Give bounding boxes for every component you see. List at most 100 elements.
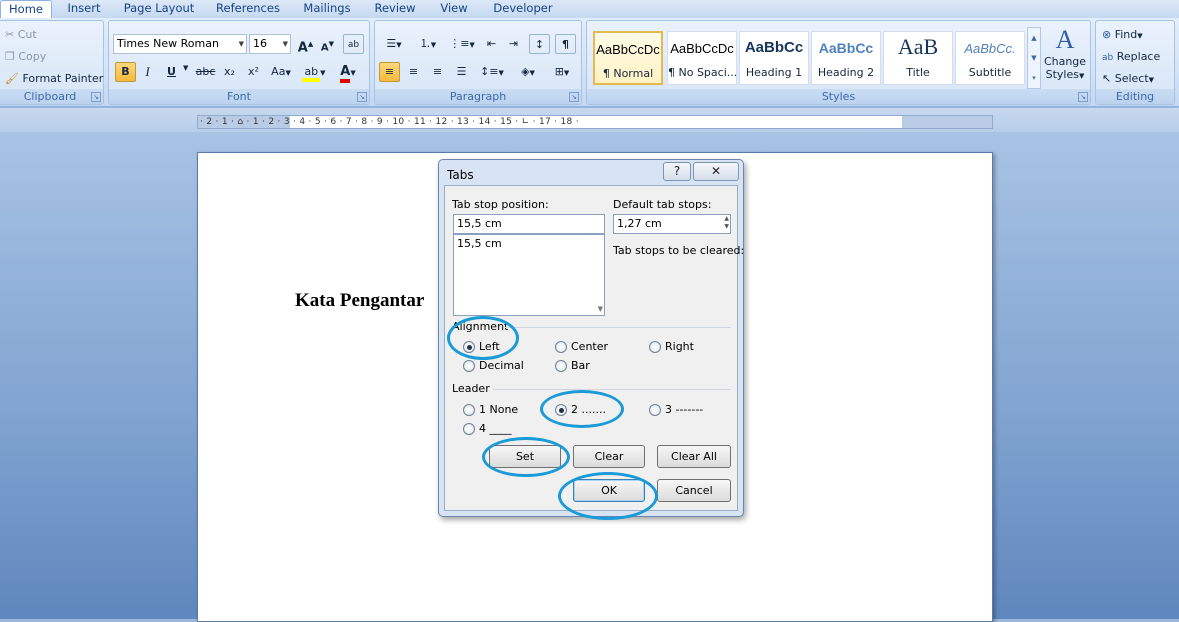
strikethrough-button[interactable]: abc	[195, 62, 216, 82]
align-center-radio[interactable]	[555, 341, 567, 353]
list-item[interactable]: 15,5 cm	[457, 237, 601, 250]
align-left-icon[interactable]: ≡	[379, 62, 400, 82]
editing-group-label: Editing	[1096, 89, 1174, 104]
bold-button[interactable]: B	[115, 62, 136, 82]
tab-stop-position-label: Tab stop position:	[452, 198, 549, 211]
superscript-button[interactable]: x²	[243, 62, 264, 82]
tab-stop-list[interactable]: 15,5 cm ▼	[453, 234, 605, 316]
default-tab-stops-spinner[interactable]: 1,27 cm ▲ ▼	[613, 214, 731, 234]
select-button[interactable]: ↖ Select▼	[1102, 69, 1154, 89]
find-button[interactable]: ⊗ Find▼	[1102, 25, 1143, 45]
align-center-icon[interactable]: ≡	[403, 62, 424, 82]
bullets-icon[interactable]: ☰▼	[379, 34, 409, 54]
dialog-title: Tabs	[447, 168, 474, 182]
shrink-font-button[interactable]: A▼	[317, 34, 338, 54]
annotation-circle-leader	[540, 390, 624, 428]
format-painter-button[interactable]: 🖌 Format Painter	[5, 69, 103, 89]
numbering-icon[interactable]: ⒈▼	[413, 34, 443, 54]
align-bar-radio[interactable]	[555, 360, 567, 372]
leader-none-label[interactable]: 1 None	[479, 403, 518, 416]
tab-review[interactable]: Review	[368, 0, 422, 18]
tab-view[interactable]: View	[432, 0, 476, 18]
align-center-label[interactable]: Center	[571, 340, 608, 353]
ribbon: ✂ Cut ❐ Copy 🖌 Format Painter Clipboard …	[0, 18, 1179, 107]
close-icon[interactable]: ✕	[693, 162, 739, 181]
cursor-arrow-icon: ↖	[1102, 72, 1112, 85]
document-heading[interactable]: Kata Pengantar	[295, 290, 424, 312]
editing-group: ⊗ Find▼ ab Replace ↖ Select▼ Editing	[1095, 20, 1175, 105]
ruler-area: · 2 · 1 · ⌂ · 1 · 2 · 3 · 4 · 5 · 6 · 7 …	[0, 108, 1179, 132]
clear-formatting-icon[interactable]: ab	[343, 34, 364, 54]
styles-group: AaBbCcDc ¶ Normal AaBbCcDc ¶ No Spaci...…	[586, 20, 1091, 105]
show-formatting-button[interactable]: ¶	[555, 34, 576, 54]
justify-icon[interactable]: ☰	[451, 62, 472, 82]
style-normal[interactable]: AaBbCcDc ¶ Normal	[593, 31, 663, 85]
subscript-button[interactable]: x₂	[219, 62, 240, 82]
clipboard-group: ✂ Cut ❐ Copy 🖌 Format Painter Clipboard …	[0, 20, 104, 105]
style-subtitle[interactable]: AaBbCc. Subtitle	[955, 31, 1025, 85]
style-title[interactable]: AaB Title	[883, 31, 953, 85]
ribbon-tab-bar: Home Insert Page Layout References Maili…	[0, 0, 1179, 18]
tab-page-layout[interactable]: Page Layout	[118, 0, 200, 18]
clipboard-launcher-icon[interactable]: ↘	[91, 92, 101, 102]
spinner-arrows-icon[interactable]: ▲ ▼	[724, 215, 729, 231]
font-launcher-icon[interactable]: ↘	[357, 92, 367, 102]
highlight-color-button[interactable]: ab ▼	[301, 62, 327, 82]
tab-mailings[interactable]: Mailings	[296, 0, 358, 18]
dropdown-arrow-icon[interactable]: ▼	[183, 64, 188, 72]
leader-dashes-label[interactable]: 3 -------	[665, 403, 703, 416]
help-button[interactable]: ?	[663, 162, 691, 181]
borders-icon[interactable]: ⊞▼	[547, 62, 577, 82]
style-heading-2[interactable]: AaBbCc Heading 2	[811, 31, 881, 85]
cut-button[interactable]: ✂ Cut	[5, 25, 37, 45]
dropdown-arrow-icon: ▼	[282, 40, 288, 48]
tab-home[interactable]: Home	[0, 0, 52, 18]
style-heading-1[interactable]: AaBbCc Heading 1	[739, 31, 809, 85]
align-decimal-label[interactable]: Decimal	[479, 359, 524, 372]
font-size-combo[interactable]: 16 ▼	[249, 34, 291, 54]
styles-launcher-icon[interactable]: ↘	[1078, 92, 1088, 102]
leader-underline-radio[interactable]	[463, 423, 475, 435]
change-case-button[interactable]: Aa▼	[267, 62, 295, 82]
sort-icon[interactable]: ↕	[529, 34, 550, 54]
tab-stop-position-input[interactable]: 15,5 cm	[453, 214, 605, 234]
grow-font-button[interactable]: A▲	[295, 34, 316, 55]
font-color-button[interactable]: A▼	[333, 62, 363, 83]
tab-developer[interactable]: Developer	[488, 0, 558, 18]
tab-insert[interactable]: Insert	[60, 0, 108, 18]
styles-group-label: Styles	[587, 89, 1090, 104]
leader-dashes-radio[interactable]	[649, 404, 661, 416]
underline-button[interactable]: U	[161, 62, 182, 82]
align-right-icon[interactable]: ≡	[427, 62, 448, 82]
align-right-radio[interactable]	[649, 341, 661, 353]
font-group-label: Font	[109, 89, 369, 104]
binoculars-icon: ⊗	[1102, 28, 1112, 41]
align-bar-label[interactable]: Bar	[571, 359, 590, 372]
replace-button[interactable]: ab Replace	[1102, 47, 1160, 67]
style-no-spacing[interactable]: AaBbCcDc ¶ No Spaci...	[667, 31, 737, 85]
shading-icon[interactable]: ◈▼	[513, 62, 543, 82]
dropdown-arrow-icon: ▼	[238, 40, 244, 48]
cancel-button[interactable]: Cancel	[657, 479, 731, 502]
leader-underline-label[interactable]: 4 ____	[479, 422, 512, 435]
line-spacing-icon[interactable]: ↕≡▼	[477, 62, 507, 82]
tab-references[interactable]: References	[210, 0, 286, 18]
increase-indent-icon[interactable]: ⇥	[503, 34, 524, 54]
clear-button[interactable]: Clear	[573, 445, 645, 468]
change-styles-button[interactable]: A Change Styles▼	[1043, 25, 1087, 87]
styles-scroll[interactable]: ▲ ▼ ▾	[1027, 27, 1041, 89]
leader-label: Leader	[452, 382, 490, 395]
font-name-combo[interactable]: Times New Roman ▼	[113, 34, 247, 54]
decrease-indent-icon[interactable]: ⇤	[481, 34, 502, 54]
horizontal-ruler[interactable]: · 2 · 1 · ⌂ · 1 · 2 · 3 · 4 · 5 · 6 · 7 …	[197, 115, 993, 129]
clear-all-button[interactable]: Clear All	[657, 445, 731, 468]
align-decimal-radio[interactable]	[463, 360, 475, 372]
scroll-down-icon[interactable]: ▼	[598, 305, 603, 313]
copy-button[interactable]: ❐ Copy	[5, 47, 46, 67]
leader-none-radio[interactable]	[463, 404, 475, 416]
multilevel-list-icon[interactable]: ⋮≡▼	[447, 34, 477, 54]
italic-button[interactable]: I	[137, 62, 158, 82]
annotation-circle-set	[482, 437, 570, 477]
align-right-label[interactable]: Right	[665, 340, 694, 353]
paragraph-launcher-icon[interactable]: ↘	[569, 92, 579, 102]
